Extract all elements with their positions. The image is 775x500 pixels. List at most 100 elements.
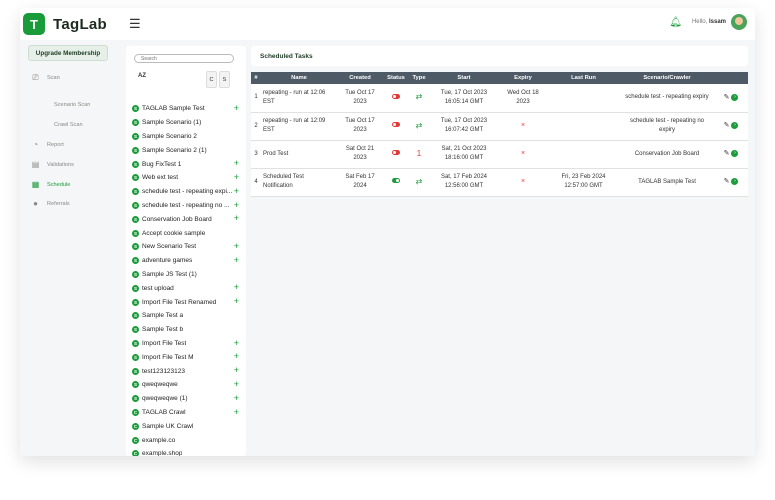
sidebar-item-schedule[interactable]: ▦ Schedule xyxy=(20,180,71,189)
sidebar-item-scenario-scan[interactable]: Scenario Scan xyxy=(54,102,90,108)
add-icon[interactable]: + xyxy=(234,283,239,292)
list-item[interactable]: S Web ext test + xyxy=(132,171,240,185)
scenario-name: Sample Scenario 2 xyxy=(142,132,197,140)
type-cell: ⇄ xyxy=(409,112,429,141)
status-cell xyxy=(383,84,409,113)
add-icon[interactable]: + xyxy=(234,338,239,348)
list-item[interactable]: S Import File Test + xyxy=(132,337,240,351)
scenario-type-badge: S xyxy=(132,257,139,265)
bell-icon[interactable]: 🔔︎ xyxy=(669,17,682,28)
scenario-name: test upload xyxy=(142,284,174,292)
list-item[interactable]: S Accept cookie sample xyxy=(132,226,240,240)
actions-cell: ✎ › xyxy=(714,112,748,141)
scenario-name: Accept cookie sample xyxy=(142,229,206,237)
add-icon[interactable]: + xyxy=(234,366,239,375)
list-item[interactable]: Sadventure games + xyxy=(132,254,240,268)
sidebar-item-report[interactable]: ◔ Report xyxy=(20,140,64,149)
list-item[interactable]: Stest123123123 + xyxy=(132,364,240,378)
task-name: repeating - run at 12:06 EST xyxy=(261,84,337,113)
list-item[interactable]: C TAGLAB Crawl + xyxy=(132,406,240,420)
expiry-date: Wed Oct 18 2023 xyxy=(507,89,539,105)
row-number: 2 xyxy=(251,112,261,141)
run-icon[interactable]: › xyxy=(731,121,739,129)
add-icon[interactable]: + xyxy=(234,186,239,196)
edit-icon[interactable]: ✎ xyxy=(724,150,730,157)
upgrade-membership-button[interactable]: Upgrade Membership xyxy=(28,45,108,61)
column-header: Name xyxy=(261,72,337,84)
search-input[interactable] xyxy=(134,54,234,63)
add-icon[interactable]: + xyxy=(234,159,239,168)
sidebar-item-referrals[interactable]: ● Referrals xyxy=(20,199,70,208)
status-toggle[interactable] xyxy=(392,178,400,184)
scenario-name: Sample JS Test (1) xyxy=(142,270,197,278)
scenario-type-badge: S xyxy=(132,188,139,196)
status-toggle[interactable] xyxy=(392,94,400,100)
hamburger-icon[interactable]: ☰ xyxy=(129,16,141,32)
list-item[interactable]: S Import File Test M + xyxy=(132,350,240,364)
edit-icon[interactable]: ✎ xyxy=(724,122,730,129)
list-item[interactable]: S Sample Scenario (1) xyxy=(132,116,240,130)
logo[interactable]: T TagLab xyxy=(23,13,107,35)
list-item[interactable]: Cexample.co xyxy=(132,433,240,447)
list-item[interactable]: S Sample Test b xyxy=(132,323,240,337)
scenario-name: Web ext test xyxy=(142,174,179,182)
add-icon[interactable]: + xyxy=(234,407,239,417)
table-row: 3 Prod Test Sat Oct 21 2023 1 Sat, 21 Oct 20… xyxy=(251,140,748,169)
scenario-type-badge: S xyxy=(132,298,139,306)
table-row: 4 Scheduled Test Notification Sat Feb 17 2… xyxy=(251,168,748,197)
add-icon[interactable]: + xyxy=(234,200,239,210)
sidebar-item-validations[interactable]: ▤ Validations xyxy=(20,160,74,169)
start-date: Tue, 17 Oct 2023 16:05:14 GMT xyxy=(429,84,499,113)
scenario-type-badge: S xyxy=(132,174,139,182)
start-date: Tue, 17 Oct 2023 16:07:42 GMT xyxy=(429,112,499,141)
list-item[interactable]: S Sample JS Test (1) xyxy=(132,268,240,282)
add-icon[interactable]: + xyxy=(234,104,239,113)
list-item[interactable]: C Sample UK Crawl xyxy=(132,419,240,433)
add-icon[interactable]: + xyxy=(234,214,239,223)
list-item[interactable]: S Bug FixTest 1 + xyxy=(132,157,240,171)
list-item[interactable]: S Sample Scenario 2 (1) xyxy=(132,143,240,157)
task-name: Prod Test xyxy=(261,140,337,169)
sort-az-icon[interactable]: AZ xyxy=(138,73,146,79)
user-name: Issam xyxy=(708,19,726,25)
list-item[interactable]: Cexample.shop xyxy=(132,447,240,456)
filter-crawl-button[interactable]: C xyxy=(206,71,217,88)
sidebar-item-scan[interactable]: ⎚ Scan xyxy=(20,72,59,82)
add-icon[interactable]: + xyxy=(234,393,239,403)
add-icon[interactable]: + xyxy=(234,379,239,389)
list-item[interactable]: S TAGLAB Sample Test + xyxy=(132,102,240,116)
scenario-name: Sample Scenario (1) xyxy=(142,119,202,127)
list-item[interactable]: Sschedule test - repeating no ... + xyxy=(132,199,240,213)
add-icon[interactable]: + xyxy=(234,172,239,182)
edit-icon[interactable]: ✎ xyxy=(724,94,730,101)
list-item[interactable]: Stest upload + xyxy=(132,281,240,295)
run-icon[interactable]: › xyxy=(731,149,739,157)
run-icon[interactable]: › xyxy=(731,177,739,185)
avatar[interactable] xyxy=(731,14,747,30)
list-item[interactable]: S Conservation Job Board + xyxy=(132,212,240,226)
list-item[interactable]: S New Scenario Test + xyxy=(132,240,240,254)
add-icon[interactable]: + xyxy=(234,241,239,251)
add-icon[interactable]: + xyxy=(234,255,239,265)
status-toggle[interactable] xyxy=(392,150,400,156)
list-item[interactable]: S Sample Scenario 2 xyxy=(132,130,240,144)
list-item[interactable]: Sqweqweqwe + xyxy=(132,378,240,392)
add-icon[interactable]: + xyxy=(234,297,239,306)
scenario-type-badge: S xyxy=(132,326,139,334)
sidebar-item-crawl-scan[interactable]: Crawl Scan xyxy=(54,122,83,128)
scheduled-tasks-table: # Name Created Status Type Start Expiry Last Ru… xyxy=(251,72,748,197)
add-icon[interactable]: + xyxy=(234,352,239,361)
list-item[interactable]: Sschedule test - repeating expi... + xyxy=(132,185,240,199)
scan-icon: ⎚ xyxy=(32,72,39,82)
run-icon[interactable]: › xyxy=(731,93,739,101)
list-item[interactable]: S Import File Test Renamed + xyxy=(132,295,240,309)
list-item[interactable]: Sqweqweqwe (1) + xyxy=(132,392,240,406)
filter-scenario-button[interactable]: S xyxy=(219,71,230,88)
status-cell xyxy=(383,140,409,169)
scenario-crawler: Conservation Job Board xyxy=(620,140,714,169)
edit-icon[interactable]: ✎ xyxy=(724,178,730,185)
list-item[interactable]: S Sample Test a xyxy=(132,309,240,323)
validations-icon: ▤ xyxy=(31,160,40,169)
status-toggle[interactable] xyxy=(392,122,400,128)
column-header: Start xyxy=(429,72,499,84)
